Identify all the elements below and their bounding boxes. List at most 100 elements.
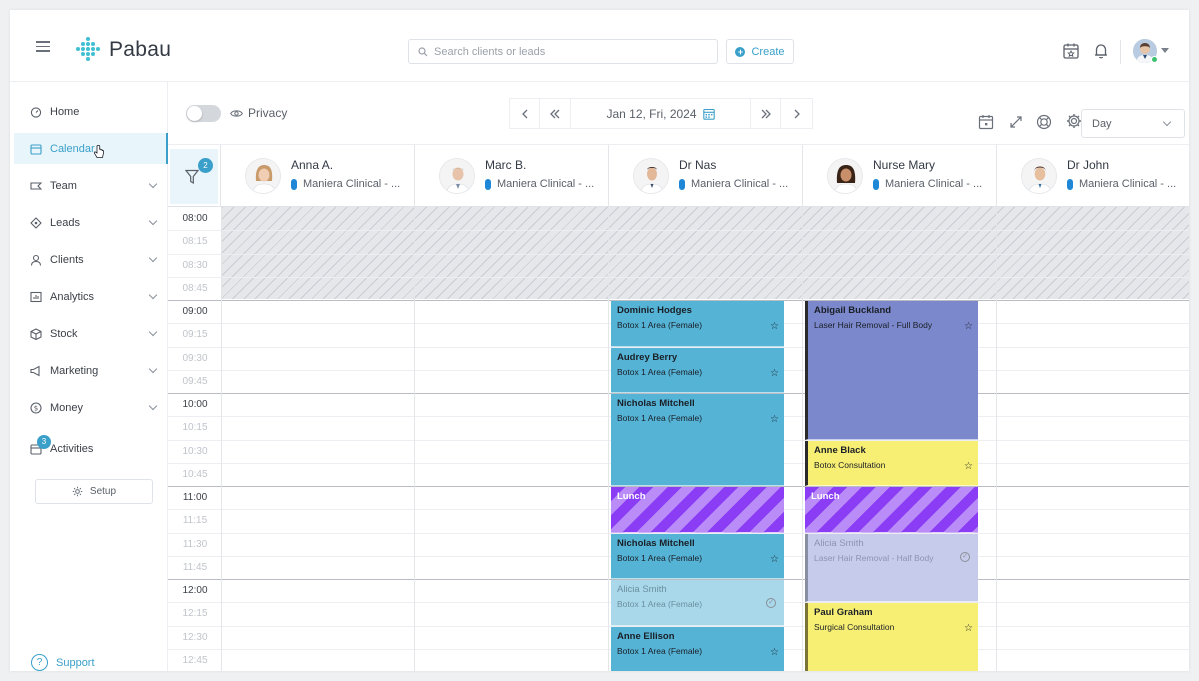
prev-week-button[interactable] [540,98,571,129]
location-color-marker [1067,178,1073,190]
appointment-service: Botox 1 Area (Female) [617,645,703,656]
expand-icon[interactable] [1008,114,1024,130]
staff-column-header[interactable]: Dr John Maniera Clinical - ... [996,145,1189,207]
staff-column-divider [802,207,803,671]
staff-avatar-image [828,159,862,193]
star-icon[interactable]: ☆ [770,554,779,565]
star-icon[interactable]: ☆ [964,461,973,472]
staff-column-header[interactable]: Marc B. Maniera Clinical - ... [414,145,608,207]
sidebar-item-team[interactable]: Team [14,170,168,201]
appointment-service: Botox 1 Area (Female) [617,413,703,423]
appointment-card[interactable]: Nicholas Mitchell Botox 1 Area (Female) ☆ [611,533,784,579]
pabau-logo-icon [76,37,100,61]
appointment-card[interactable]: Anne Black Botox Consultation ☆ [805,440,978,486]
calendar-star-icon[interactable] [1062,42,1080,60]
filter-count-badge: 2 [198,158,213,173]
sidebar-item-leads[interactable]: Leads [14,207,168,238]
view-select[interactable]: Day [1081,109,1185,138]
staff-column-header[interactable]: Nurse Mary Maniera Clinical - ... [802,145,996,207]
appointment-card[interactable]: Audrey Berry Botox 1 Area (Female) ☆ [611,347,784,393]
appointment-service: Botox 1 Area (Female) [617,366,703,377]
caret-down-icon[interactable] [1161,48,1169,53]
chevron-down-icon [148,401,158,411]
appointment-card[interactable]: Paul Graham Surgical Consultation ☆ [805,603,978,671]
sidebar-item-home[interactable]: Home [14,96,168,127]
appointment-card[interactable]: Abigail Buckland Laser Hair Removal - Ful… [805,301,978,440]
lunch-block[interactable]: Lunch [805,487,978,533]
staff-avatar [633,158,669,194]
sidebar-item-label: Money [50,401,84,414]
chevron-down-icon [148,216,158,226]
search-box[interactable] [408,39,718,64]
support-ring-icon[interactable] [1036,114,1052,130]
star-icon[interactable]: ☆ [770,414,779,425]
sidebar: Home Calendar Team Leads Clients Analyti… [10,82,168,671]
appointment-card[interactable]: Dominic Hodges Botox 1 Area (Female) ☆ [611,301,784,347]
eye-icon [230,109,243,117]
staff-column-header[interactable]: Anna A. Maniera Clinical - ... [220,145,414,207]
staff-filter-button[interactable]: 2 [170,149,218,204]
star-icon[interactable]: ☆ [770,647,779,658]
date-display[interactable]: Jan 12, Fri, 2024 [571,98,750,129]
staff-location-text: Maniera Clinical - ... [885,178,983,190]
staff-avatar-image [1022,159,1056,193]
chevron-down-icon [1162,117,1172,127]
sidebar-item-clients[interactable]: Clients [14,244,168,275]
calendar-toolbar: Privacy Jan 12, Fri, 2024 Day [168,82,1189,144]
staff-location-text: Maniera Clinical - ... [497,178,595,190]
calendar-today-icon[interactable] [978,114,994,130]
bell-icon[interactable] [1092,42,1110,60]
appointment-client-name: Anne Ellison [617,630,675,642]
sidebar-item-calendar[interactable]: Calendar [14,133,168,164]
sidebar-item-marketing[interactable]: Marketing [14,355,168,386]
date-navigator: Jan 12, Fri, 2024 [509,98,816,129]
next-day-button[interactable] [781,98,813,129]
team-icon [30,181,42,190]
view-select-value: Day [1092,117,1112,130]
setup-button[interactable]: Setup [35,479,153,504]
chevron-down-icon [148,327,158,337]
create-button[interactable]: + Create [726,39,794,64]
hand-cursor-icon [93,144,104,158]
time-slot-label: 11:00 [182,492,208,503]
slot-divider [168,253,1189,255]
slot-divider [168,230,1189,232]
staff-column-header[interactable]: Dr Nas Maniera Clinical - ... [608,145,802,207]
appointment-card[interactable]: Nicholas Mitchell Botox 1 Area (Female) ☆ [611,394,784,486]
logo[interactable]: Pabau [74,36,171,64]
appointment-client-name: Dominic Hodges [617,305,692,316]
sidebar-item-stock[interactable]: Stock [14,318,168,349]
staff-avatar-image [246,159,280,193]
location-color-marker [679,178,685,190]
support-link[interactable]: ? Support [31,654,95,671]
appointment-client-name: Anne Black [814,444,866,456]
chevron-down-icon [148,179,158,189]
appointment-client-name: Paul Graham [814,607,873,619]
location-color-marker [873,178,879,190]
privacy-toggle[interactable] [186,105,221,122]
settings-gear-icon[interactable] [1066,113,1082,129]
appointment-service: Surgical Consultation [814,622,895,633]
star-icon[interactable]: ☆ [964,321,973,332]
appointment-card[interactable]: Alicia Smith Laser Hair Removal - Half Bo… [805,533,978,603]
time-slot-label: 11:15 [182,515,208,527]
lunch-block[interactable]: Lunch [611,487,784,533]
next-week-button[interactable] [750,98,781,129]
staff-avatar-image [440,159,474,193]
star-icon[interactable]: ☆ [770,321,779,332]
sidebar-item-money[interactable]: $ Money [14,392,168,423]
staff-location-text: Maniera Clinical - ... [303,178,401,190]
appointment-card[interactable]: Anne Ellison Botox 1 Area (Female) ☆ [611,626,784,671]
sidebar-item-analytics[interactable]: Analytics [14,281,168,312]
create-label: Create [751,45,785,58]
prev-day-button[interactable] [509,98,540,129]
staff-avatar [245,158,281,194]
star-icon[interactable]: ☆ [770,368,779,379]
time-slot-label: 08:30 [182,259,208,271]
search-input[interactable] [434,45,704,58]
sidebar-item-label: Team [50,179,77,192]
appointment-card[interactable]: Alicia Smith Botox 1 Area (Female) ✓ [611,580,784,626]
star-icon[interactable]: ☆ [964,623,973,634]
menu-collapse-icon[interactable] [36,41,50,53]
header-divider [1120,40,1121,64]
